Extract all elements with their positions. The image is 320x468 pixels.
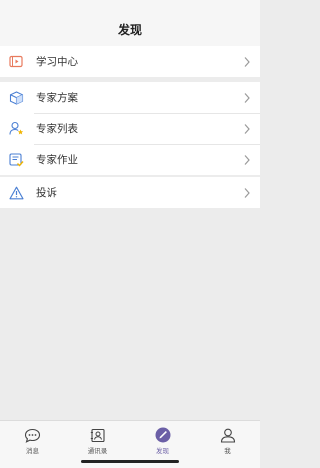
- menu-item-learning-center[interactable]: 学习中心: [0, 46, 260, 77]
- compass-icon: [154, 427, 172, 443]
- tab-label: 消息: [26, 447, 39, 455]
- menu-group-experts: 专家方案 专家列表 专家作业: [0, 82, 260, 175]
- document-check-icon: [8, 152, 24, 168]
- tab-label: 我: [224, 447, 231, 455]
- menu-group-complaint: 投诉: [0, 177, 260, 208]
- user-star-icon: [8, 121, 24, 137]
- chevron-right-icon: [244, 92, 250, 103]
- menu-item-label: 学习中心: [36, 56, 78, 68]
- video-icon: [8, 54, 24, 70]
- menu-group-learning: 学习中心: [0, 46, 260, 77]
- chevron-right-icon: [244, 187, 250, 198]
- menu-item-label: 专家列表: [36, 123, 78, 135]
- menu-item-label: 专家作业: [36, 154, 78, 166]
- menu-item-expert-plans[interactable]: 专家方案: [0, 82, 260, 113]
- menu-item-label: 投诉: [36, 187, 57, 199]
- chevron-right-icon: [244, 123, 250, 134]
- menu-item-expert-homework[interactable]: 专家作业: [0, 144, 260, 175]
- contacts-icon: [89, 427, 107, 443]
- warning-icon: [8, 185, 24, 201]
- chevron-right-icon: [244, 154, 250, 165]
- chevron-right-icon: [244, 56, 250, 67]
- tab-me[interactable]: 我: [195, 421, 260, 468]
- page-title: 发现: [117, 23, 142, 37]
- tab-label: 发现: [156, 447, 169, 455]
- tab-messages[interactable]: 消息: [0, 421, 65, 468]
- navigation-bar: 发现: [0, 0, 260, 46]
- home-indicator[interactable]: [81, 460, 179, 463]
- tab-label: 通讯录: [87, 447, 108, 455]
- menu-item-expert-list[interactable]: 专家列表: [0, 113, 260, 144]
- person-icon: [219, 427, 237, 443]
- menu-item-complaint[interactable]: 投诉: [0, 177, 260, 208]
- menu-item-label: 专家方案: [36, 92, 78, 104]
- chat-icon: [24, 427, 42, 443]
- box-icon: [8, 90, 24, 106]
